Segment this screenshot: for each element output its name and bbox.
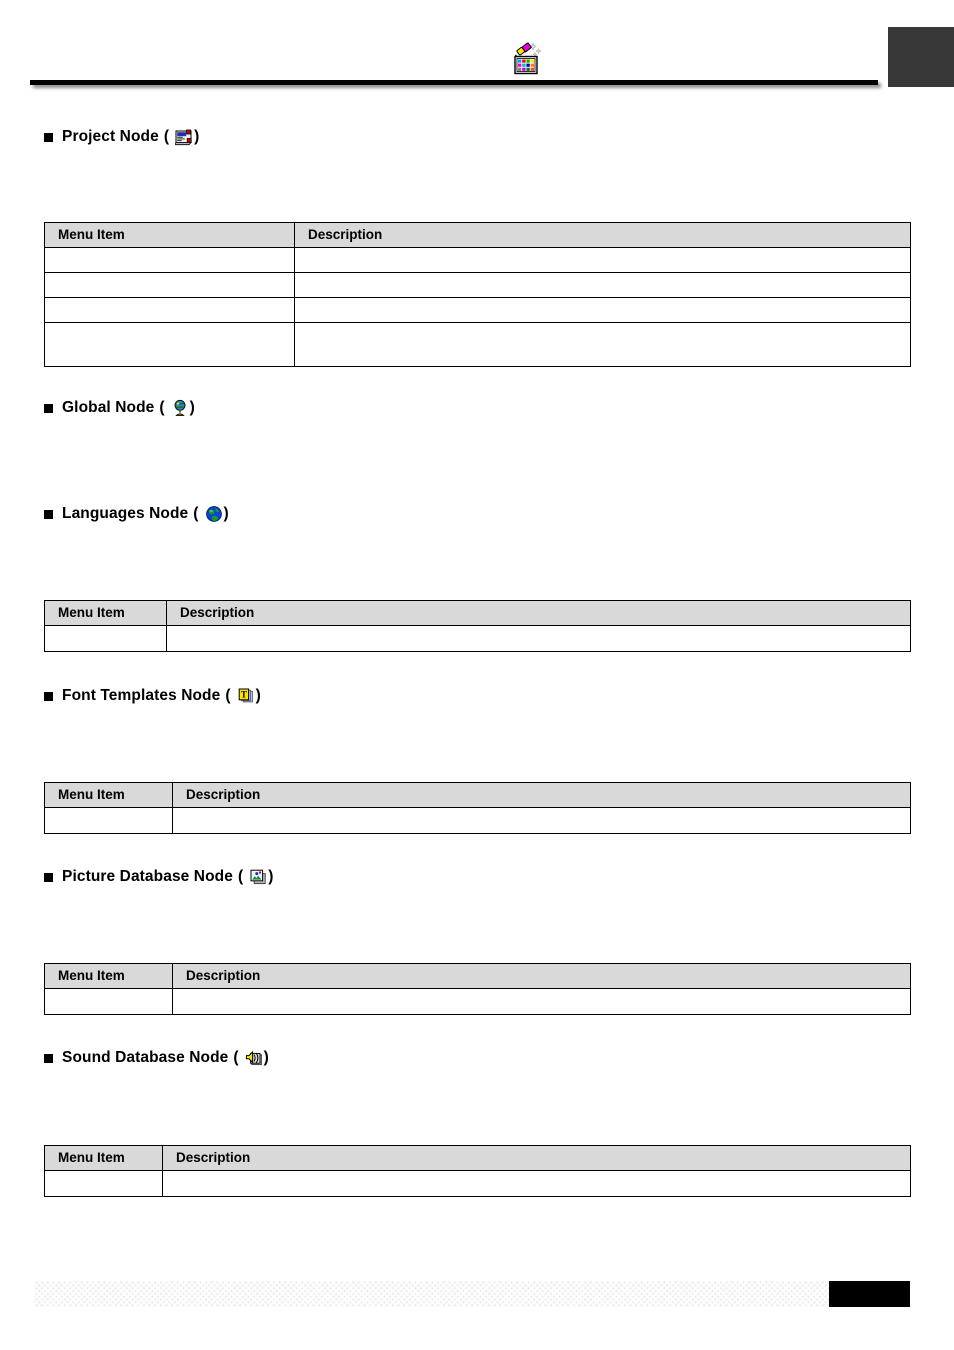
bullet-square-icon (44, 872, 53, 882)
table-header-row: Menu Item Description (44, 963, 911, 989)
paren-open: ( (163, 128, 170, 145)
table-header-row: Menu Item Description (44, 222, 911, 248)
bullet-square-icon (44, 691, 53, 701)
cell-menu-item (44, 272, 295, 298)
table-sound-database-node: Menu Item Description (44, 1145, 911, 1197)
column-header-description: Description (166, 600, 911, 626)
cell-description (162, 1170, 911, 1197)
table-row (44, 988, 911, 1015)
cell-menu-item (44, 297, 295, 323)
cell-menu-item (44, 625, 167, 652)
table-languages-node: Menu Item Description (44, 600, 911, 652)
bullet-square-icon (44, 132, 53, 142)
bullet-square-icon (44, 509, 53, 519)
picture-database-paint-icon (508, 40, 544, 76)
cell-description (294, 297, 911, 323)
section-title-picture-database-node: Picture Database Node (62, 868, 233, 885)
table-picture-database-node: Menu Item Description (44, 963, 911, 1015)
cell-menu-item (44, 807, 173, 834)
section-title-project-node: Project Node (62, 128, 159, 145)
cell-description (294, 272, 911, 298)
earth-globe-icon (205, 505, 223, 523)
font-template-t-icon: T (237, 687, 255, 705)
section-title-global-node: Global Node (62, 399, 155, 416)
column-header-menu-item: Menu Item (44, 222, 295, 248)
paren-open: ( (193, 505, 199, 522)
table-row (44, 297, 911, 323)
cell-description (294, 247, 911, 273)
cell-menu-item (44, 247, 295, 273)
section-heading-languages-node: Languages Node ( ) (44, 505, 229, 523)
section-heading-sound-database-node: Sound Database Node ( ) (44, 1049, 269, 1067)
paren-close: ) (263, 1049, 269, 1066)
column-header-menu-item: Menu Item (44, 600, 167, 626)
bullet-square-icon (44, 403, 53, 413)
column-header-menu-item: Menu Item (44, 963, 173, 989)
cell-description (172, 988, 911, 1015)
paren-close: ) (223, 505, 229, 522)
section-heading-global-node: Global Node ( ) (44, 399, 195, 417)
table-header-row: Menu Item Description (44, 782, 911, 808)
paren-close: ) (268, 868, 274, 885)
bullet-square-icon (44, 1053, 53, 1063)
table-row (44, 322, 911, 367)
table-row (44, 807, 911, 834)
paren-close: ) (194, 128, 200, 145)
column-header-description: Description (172, 963, 911, 989)
table-row (44, 625, 911, 652)
cell-menu-item (44, 322, 295, 367)
paren-open: ( (225, 687, 231, 704)
section-heading-project-node: Project Node ( ) (44, 128, 199, 146)
table-row (44, 272, 911, 298)
cell-menu-item (44, 1170, 163, 1197)
section-heading-font-templates-node: Font Templates Node ( T ) (44, 687, 261, 705)
sound-speaker-icon (245, 1049, 263, 1067)
picture-stack-icon (249, 868, 267, 886)
paren-open: ( (159, 399, 165, 416)
column-header-menu-item: Menu Item (44, 782, 173, 808)
column-header-description: Description (162, 1145, 911, 1171)
table-row (44, 1170, 911, 1197)
paren-open: ( (233, 1049, 239, 1066)
svg-text:T: T (240, 689, 246, 699)
table-font-templates-node: Menu Item Description (44, 782, 911, 834)
globe-stand-icon (171, 399, 189, 417)
section-title-font-templates-node: Font Templates Node (62, 687, 221, 704)
page-header (0, 0, 954, 100)
paren-close: ) (255, 687, 261, 704)
cell-description (294, 322, 911, 367)
header-divider-rule (30, 80, 878, 85)
column-header-menu-item: Menu Item (44, 1145, 163, 1171)
footer-page-number-box (829, 1281, 910, 1307)
table-row (44, 247, 911, 273)
project-node-icon (175, 128, 193, 146)
table-project-node: Menu Item Description (44, 222, 911, 367)
cell-description (166, 625, 911, 652)
table-header-row: Menu Item Description (44, 1145, 911, 1171)
section-title-languages-node: Languages Node (62, 505, 189, 522)
footer-bar (34, 1281, 910, 1307)
document-page: Project Node ( ) Menu Item Description G… (0, 0, 954, 1350)
column-header-description: Description (172, 782, 911, 808)
column-header-description: Description (294, 222, 911, 248)
table-header-row: Menu Item Description (44, 600, 911, 626)
header-corner-tab (888, 27, 954, 87)
paren-open: ( (237, 868, 244, 885)
paren-close: ) (189, 399, 195, 416)
section-heading-picture-database-node: Picture Database Node ( ) (44, 868, 273, 886)
cell-description (172, 807, 911, 834)
section-title-sound-database-node: Sound Database Node (62, 1049, 229, 1066)
cell-menu-item (44, 988, 173, 1015)
